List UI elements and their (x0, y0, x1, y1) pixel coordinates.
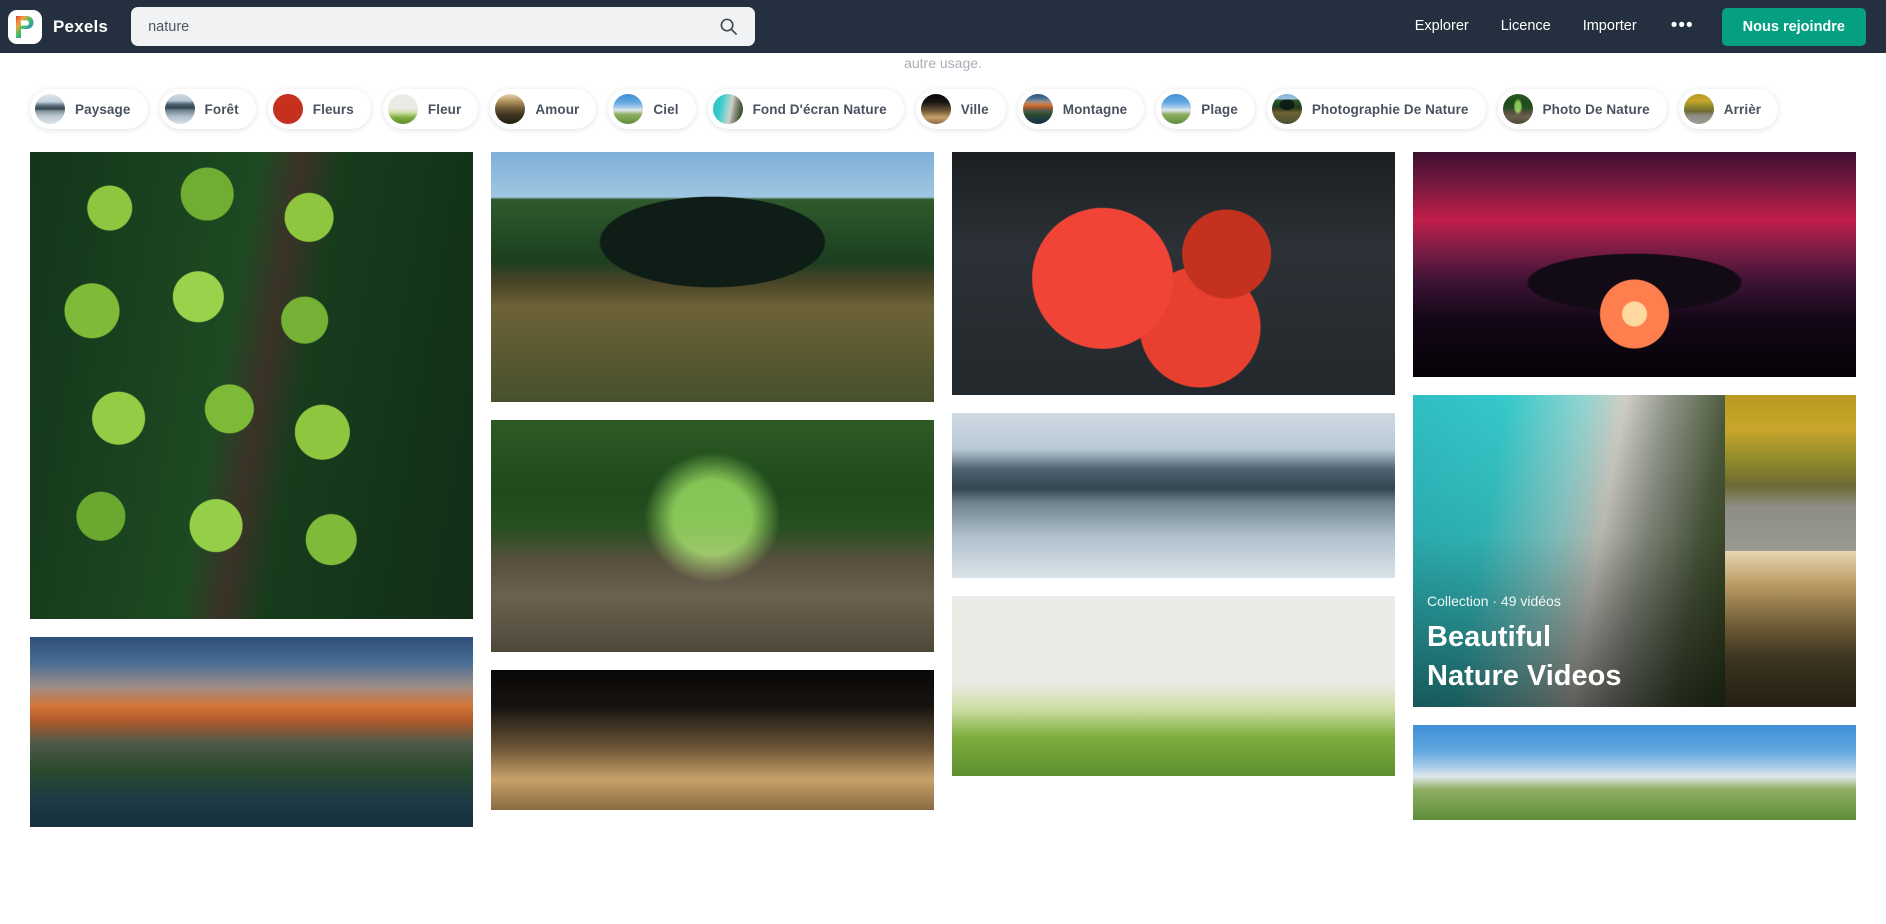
search-icon[interactable] (715, 14, 741, 40)
brand[interactable]: Pexels (8, 9, 109, 44)
chip-thumbnail-icon (272, 94, 303, 124)
photo-moraine-lake[interactable] (30, 637, 473, 827)
photo-red-bird[interactable] (952, 152, 1395, 395)
category-chip[interactable]: Amour (490, 89, 597, 129)
chip-thumbnail-icon (1271, 94, 1302, 124)
category-chip[interactable]: Fleurs (267, 89, 371, 129)
pexels-p-logo-icon (8, 9, 42, 44)
photo-masonry-grid: Collection · 49 vidéos Beautiful Nature Vi… (0, 137, 1886, 827)
chip-thumbnail-icon (1022, 94, 1053, 124)
chip-label: Montagne (1062, 101, 1128, 117)
category-chip[interactable]: Fleur (382, 89, 479, 129)
scrolled-helper-text: autre usage. (904, 55, 982, 71)
photo-arch-bridge[interactable] (491, 152, 934, 402)
photo-forest-aerial[interactable] (30, 152, 473, 619)
category-chip[interactable]: Photographie De Nature (1266, 89, 1486, 129)
join-button[interactable]: Nous rejoindre (1721, 7, 1866, 46)
grid-column (30, 152, 473, 827)
chip-label: Ville (960, 101, 989, 117)
photo-railway[interactable] (491, 420, 934, 652)
category-chip[interactable]: Ciel (608, 89, 696, 129)
chip-label: Fond D'écran Nature (752, 101, 887, 117)
chip-label: Photographie De Nature (1311, 101, 1469, 117)
chip-label: Plage (1201, 101, 1238, 117)
category-chip[interactable]: Montagne (1017, 89, 1145, 129)
chip-label: Amour (535, 101, 580, 117)
collection-text: Collection · 49 vidéos Beautiful Nature Vi… (1427, 593, 1711, 695)
photo-sky-field[interactable] (1413, 725, 1856, 820)
collection-title: Beautiful Nature Videos (1427, 621, 1622, 692)
chip-thumbnail-icon (387, 94, 418, 124)
collection-meta: Collection · 49 vidéos (1427, 593, 1561, 610)
search-bar[interactable] (131, 7, 756, 46)
chip-label: Fleurs (312, 101, 354, 117)
search-input[interactable] (148, 18, 716, 35)
photo-tree-sunset[interactable] (1413, 152, 1856, 377)
grid-column (491, 152, 934, 810)
category-chip[interactable]: Paysage (30, 89, 148, 129)
nav-item-importer[interactable]: Importer (1567, 0, 1653, 53)
collection-tile[interactable] (1725, 395, 1856, 551)
chip-thumbnail-icon (920, 94, 951, 124)
photo-mountain-reflection[interactable] (952, 413, 1395, 578)
collection-cover-image: Collection · 49 vidéos Beautiful Nature Vi… (1413, 395, 1726, 707)
category-chip[interactable]: Arrièr (1678, 89, 1779, 129)
chip-label: Arrièr (1723, 101, 1762, 117)
chip-label: Fleur (427, 101, 462, 117)
chip-thumbnail-icon (495, 94, 526, 124)
photo-lion[interactable] (491, 670, 934, 810)
category-chip[interactable]: Forêt (159, 89, 256, 129)
chip-thumbnail-icon (1161, 94, 1192, 124)
grid-column (952, 152, 1395, 776)
collection-title-line2: Nature Videos (1427, 659, 1622, 692)
main-nav: Explorer Licence Importer ••• Nous rejoi… (1399, 0, 1866, 53)
chip-label: Photo De Nature (1542, 101, 1650, 117)
chip-label: Forêt (204, 101, 239, 117)
category-chip[interactable]: Plage (1156, 89, 1255, 129)
nav-item-explorer[interactable]: Explorer (1399, 0, 1485, 53)
chip-label: Ciel (653, 101, 679, 117)
collection-tile[interactable] (1725, 551, 1856, 707)
chip-thumbnail-icon (1502, 94, 1533, 124)
chip-thumbnail-icon (613, 94, 644, 124)
brand-name: Pexels (53, 16, 109, 36)
chip-thumbnail-icon (1683, 94, 1714, 124)
site-header: Pexels Explorer Licence Importer ••• Nou… (0, 0, 1886, 71)
grid-column: Collection · 49 vidéos Beautiful Nature Vi… (1413, 152, 1856, 820)
category-chip-row[interactable]: Paysage Forêt Fleurs Fleur Amour Ciel Fond D'é… (0, 81, 1886, 137)
collection-card[interactable]: Collection · 49 vidéos Beautiful Nature Vi… (1413, 395, 1856, 707)
category-chip[interactable]: Fond D'écran Nature (707, 89, 904, 129)
photo-succulent[interactable] (952, 596, 1395, 776)
chip-thumbnail-icon (35, 94, 65, 124)
chip-thumbnail-icon (712, 94, 743, 124)
category-chip[interactable]: Ville (915, 89, 1006, 129)
category-chip[interactable]: Photo De Nature (1497, 89, 1667, 129)
more-menu-icon[interactable]: ••• (1653, 12, 1712, 42)
chip-thumbnail-icon (164, 94, 195, 124)
chip-label: Paysage (75, 101, 131, 117)
collection-tile-strip (1725, 395, 1856, 707)
nav-item-licence[interactable]: Licence (1485, 0, 1567, 53)
